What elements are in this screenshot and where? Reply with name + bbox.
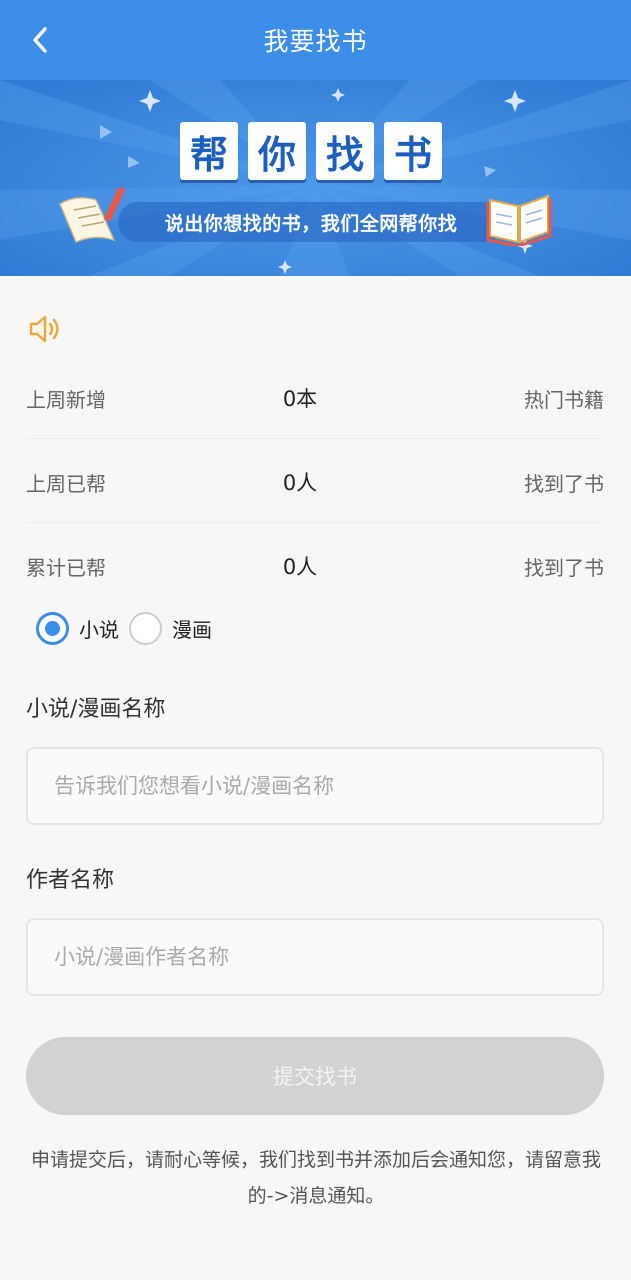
author-name-field-box bbox=[26, 918, 604, 996]
book-name-label: 小说/漫画名称 bbox=[26, 697, 166, 722]
radio-novel[interactable]: 小说 bbox=[36, 612, 119, 645]
banner-tile: 找 bbox=[316, 122, 374, 180]
banner-tile: 你 bbox=[248, 122, 306, 180]
book-name-field-box bbox=[26, 747, 604, 825]
book-name-input[interactable] bbox=[28, 749, 602, 823]
page-title: 我要找书 bbox=[263, 27, 368, 56]
hot-books-link[interactable]: 热门书籍 bbox=[404, 384, 604, 413]
top-bar: 我要找书 bbox=[0, 0, 631, 80]
stat-row-weekly-new: 上周新增 0本 热门书籍 bbox=[26, 368, 604, 428]
found-books-link[interactable]: 找到了书 bbox=[404, 468, 604, 497]
divider bbox=[26, 522, 604, 523]
find-book-banner: 帮 你 找 书 说出你想找的书，我们全网帮你找 bbox=[0, 80, 631, 276]
chevron-left-icon bbox=[33, 27, 47, 53]
found-books-link[interactable]: 找到了书 bbox=[404, 552, 604, 581]
radio-comic[interactable]: 漫画 bbox=[129, 612, 212, 645]
radio-label: 小说 bbox=[79, 618, 119, 642]
book-type-radio-group: 小说 漫画 bbox=[36, 612, 222, 645]
author-name-input[interactable] bbox=[28, 920, 602, 994]
author-name-label: 作者名称 bbox=[26, 868, 115, 893]
open-book-illustration bbox=[486, 190, 552, 250]
speaker-icon bbox=[28, 313, 64, 349]
banner-title-tiles: 帮 你 找 书 bbox=[180, 122, 442, 180]
radio-label: 漫画 bbox=[172, 618, 212, 642]
divider bbox=[26, 438, 604, 439]
banner-slogan: 说出你想找的书，我们全网帮你找 bbox=[118, 202, 504, 242]
stat-value: 0人 bbox=[282, 555, 318, 579]
stat-row-total-helped: 累计已帮 0人 找到了书 bbox=[26, 536, 604, 596]
banner-tile: 帮 bbox=[180, 122, 238, 180]
radio-unselected-indicator bbox=[129, 612, 162, 645]
stat-value: 0人 bbox=[282, 471, 318, 495]
submit-notice: 申请提交后，请耐心等候，我们找到书并添加后会通知您，请留意我的->消息通知。 bbox=[30, 1149, 601, 1207]
stat-value: 0本 bbox=[282, 387, 318, 411]
radio-selected-indicator bbox=[36, 612, 69, 645]
back-button[interactable] bbox=[18, 20, 62, 60]
submit-find-book-button[interactable]: 提交找书 bbox=[26, 1037, 604, 1115]
banner-tile: 书 bbox=[384, 122, 442, 180]
stat-row-weekly-helped: 上周已帮 0人 找到了书 bbox=[26, 452, 604, 512]
